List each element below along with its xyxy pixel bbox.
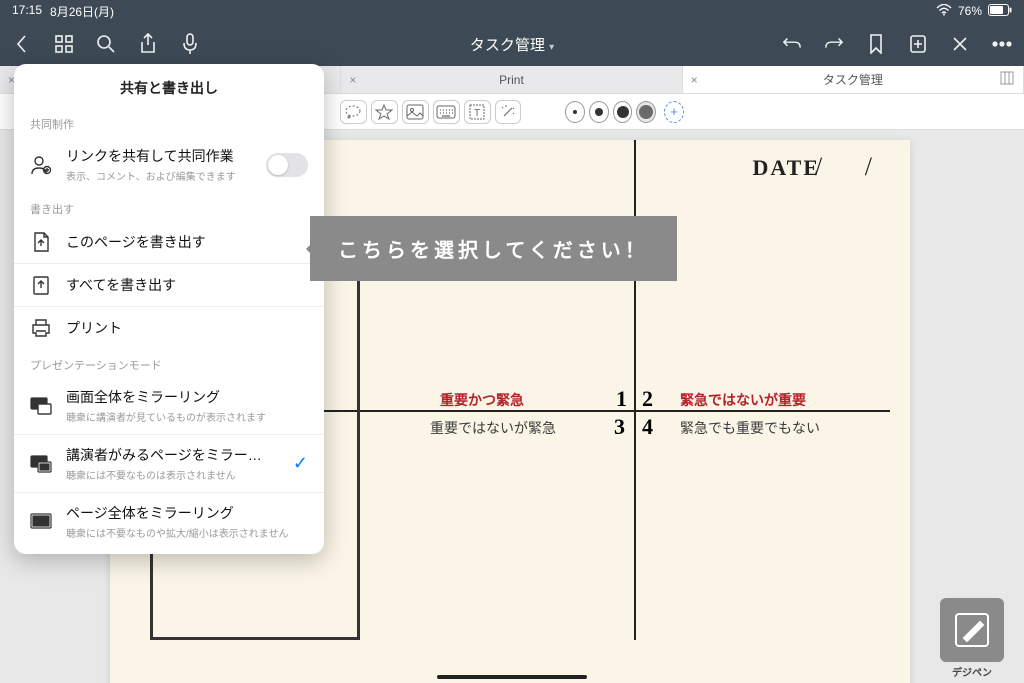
grid-icon[interactable] [54,34,74,54]
stroke-thin-icon[interactable] [565,101,585,123]
tab-close-icon[interactable]: × [349,73,356,87]
menu-export-page[interactable]: このページを書き出す [14,221,324,263]
stroke-med-icon[interactable] [589,101,609,123]
q3-number: 3 [614,414,625,440]
tab-print[interactable]: ×Print [341,66,682,93]
app-toolbar: タスク管理 ▾ [0,22,1024,66]
tab-close-icon[interactable]: × [691,73,698,87]
color-grey-icon[interactable] [636,101,656,123]
export-all-icon [30,274,52,296]
menu-mirror-screen[interactable]: 画面全体をミラーリング聴衆に講演者が見ているものが表示されます [14,377,324,434]
q1-number: 1 [616,386,627,412]
menu-mirror-page[interactable]: ページ全体をミラーリング聴衆には不要なものや拡大/縮小は表示されません [14,493,324,550]
person-add-icon [30,154,52,176]
section-presentation-label: プレゼンテーションモード [14,349,324,377]
home-indicator[interactable] [437,675,587,679]
menu-export-all[interactable]: すべてを書き出す [14,264,324,306]
section-export-label: 書き出す [14,193,324,221]
share-popover: 共有と書き出し 共同制作 リンクを共有して共同作業表示、コメント、および編集でき… [14,64,324,554]
print-icon [30,317,52,339]
magic-tool-icon[interactable] [495,100,522,124]
close-icon[interactable] [950,34,970,54]
page-icon[interactable] [999,70,1015,89]
tab-task[interactable]: ×タスク管理 [683,66,1024,93]
q4-number: 4 [642,414,653,440]
favorites-tool-icon[interactable] [371,100,398,124]
section-collab-label: 共同制作 [14,108,324,136]
watermark-label: デジペン [940,664,1004,679]
q2-number: 2 [642,386,653,412]
undo-icon[interactable] [782,34,802,54]
mirror-page-icon [30,511,52,533]
watermark: デジペン [940,598,1004,679]
mirror-screen-icon [30,395,52,417]
more-icon[interactable] [992,34,1012,54]
wifi-icon [936,4,952,19]
menu-mirror-presenter[interactable]: 講演者がみるページをミラー…聴衆には不要なものは表示されません ✓ [14,435,324,492]
menu-share-link[interactable]: リンクを共有して共同作業表示、コメント、および編集できます [14,136,324,193]
lasso-tool-icon[interactable] [340,100,367,124]
add-color-icon[interactable]: + [664,101,684,123]
export-page-icon [30,231,52,253]
share-icon[interactable] [138,34,158,54]
redo-icon[interactable] [824,34,844,54]
watermark-icon [940,598,1004,662]
date-label: DATE [753,155,821,181]
q3-label: 重要ではないが緊急 [430,418,556,438]
back-icon[interactable] [12,34,32,54]
battery-percent: 76% [958,4,982,18]
q2-label: 緊急ではないが重要 [680,390,806,410]
image-tool-icon[interactable] [402,100,429,124]
date-slashes: / / [815,152,890,182]
popover-title: 共有と書き出し [14,64,324,108]
battery-icon [988,4,1012,19]
q4-label: 緊急でも重要でもない [680,418,820,438]
menu-print[interactable]: プリント [14,307,324,349]
text-tool-icon[interactable]: T [464,100,491,124]
search-icon[interactable] [96,34,116,54]
document-title[interactable]: タスク管理 ▾ [470,34,554,55]
checkmark-icon: ✓ [293,453,308,474]
collab-toggle[interactable] [266,153,308,177]
status-date: 8月26日(月) [50,3,114,20]
annotation-callout: こちらを選択してください！ [310,216,677,281]
svg-text:T: T [474,108,480,119]
q1-label: 重要かつ緊急 [440,390,524,410]
status-bar: 17:15 8月26日(月) 76% [0,0,1024,22]
bookmark-icon[interactable] [866,34,886,54]
stroke-thick-icon[interactable] [613,101,633,123]
mirror-presenter-icon [30,453,52,475]
keyboard-tool-icon[interactable] [433,100,460,124]
status-time: 17:15 [12,3,42,20]
add-page-icon[interactable] [908,34,928,54]
vertical-divider [634,140,636,640]
microphone-icon[interactable] [180,34,200,54]
